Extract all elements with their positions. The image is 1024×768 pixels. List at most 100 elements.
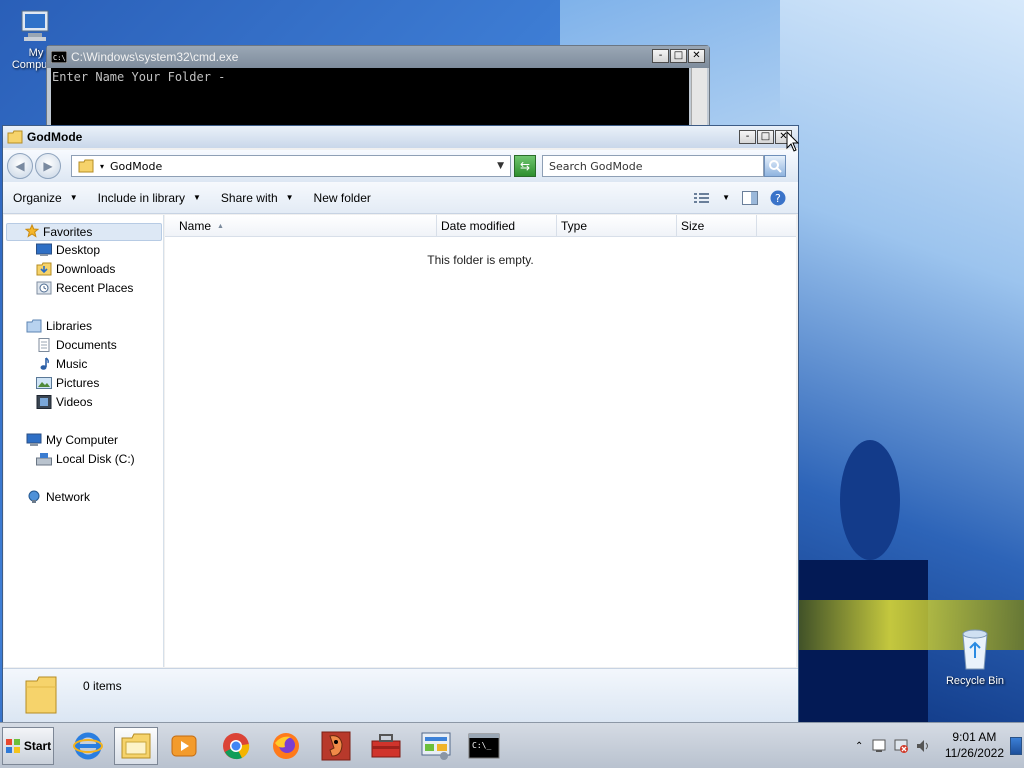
item-count: 0 items	[83, 679, 122, 693]
volume-icon[interactable]	[915, 738, 931, 754]
star-icon	[24, 223, 40, 241]
nav-item-network[interactable]: Network	[26, 490, 90, 504]
maximize-button[interactable]: □	[757, 130, 774, 144]
new-folder-label: New folder	[313, 190, 371, 205]
change-view-icon[interactable]	[694, 192, 710, 204]
column-header-name[interactable]: Name ▲	[165, 215, 437, 237]
empty-folder-message: This folder is empty.	[427, 253, 534, 267]
breadcrumb-arrow-icon[interactable]: ▾	[100, 162, 104, 171]
refresh-button[interactable]: ⇆	[514, 155, 536, 177]
new-folder-button[interactable]: New folder	[314, 191, 371, 205]
taskbar-app-cmd[interactable]: C:\_	[462, 727, 506, 765]
show-hidden-icons-icon[interactable]: ⌃	[855, 741, 863, 752]
column-label: Name	[179, 219, 212, 233]
minimize-button[interactable]: -	[739, 130, 756, 144]
explorer-window[interactable]: GodMode - □ ✕ ◀ ▶ ▾ GodMode ▼ ⇆ Search G…	[2, 125, 799, 723]
wallpaper-layer	[840, 440, 900, 560]
clock[interactable]: 9:01 AM 11/26/2022	[945, 729, 1004, 761]
nav-label: Documents	[56, 338, 117, 352]
taskbar-app-firefox[interactable]	[264, 727, 308, 765]
column-header-size[interactable]: Size	[677, 215, 757, 237]
chevron-down-icon: ▼	[285, 193, 294, 202]
chrome-icon	[223, 733, 250, 760]
local-disk-icon	[36, 453, 52, 466]
libraries-icon	[26, 319, 42, 333]
forward-button[interactable]: ▶	[35, 153, 61, 179]
computer-icon	[26, 433, 42, 446]
nav-item-music[interactable]: Music	[36, 357, 87, 371]
close-button[interactable]: ✕	[688, 49, 705, 63]
network-icon	[28, 490, 40, 503]
start-label: Start	[23, 739, 52, 753]
navigation-pane[interactable]: Favorites Desktop Downloads Recent Place…	[4, 215, 164, 667]
back-button[interactable]: ◀	[7, 153, 33, 179]
folder-icon	[78, 159, 94, 173]
address-bar[interactable]: ▾ GodMode ▼	[71, 155, 511, 177]
desktop-icon	[36, 243, 52, 256]
column-header-date-modified[interactable]: Date modified	[437, 215, 557, 237]
show-desktop-button[interactable]	[1010, 737, 1022, 755]
nav-item-recent-places[interactable]: Recent Places	[36, 281, 133, 295]
taskbar-app-toolbox[interactable]	[364, 727, 408, 765]
nav-item-my-computer[interactable]: My Computer	[26, 433, 118, 447]
firefox-icon	[273, 733, 299, 759]
svg-text:?: ?	[775, 192, 781, 205]
nav-item-videos[interactable]: Videos	[36, 395, 92, 409]
column-label: Date modified	[441, 219, 516, 233]
nav-item-downloads[interactable]: Downloads	[36, 262, 115, 276]
view-options-dropdown-icon[interactable]: ▼	[722, 193, 730, 202]
include-in-library-label: Include in library	[97, 190, 185, 205]
recycle-bin-icon	[962, 629, 988, 670]
media-player-icon	[171, 735, 197, 757]
nav-item-pictures[interactable]: Pictures	[36, 376, 99, 390]
explorer-titlebar[interactable]: GodMode	[3, 126, 798, 148]
action-center-icon[interactable]	[871, 738, 887, 754]
nav-item-local-disk[interactable]: Local Disk (C:)	[36, 452, 135, 466]
nav-item-desktop[interactable]: Desktop	[36, 243, 100, 257]
preview-pane-icon[interactable]	[742, 190, 758, 205]
folder-icon	[7, 130, 23, 144]
desktop-icon-recycle-bin[interactable]: Recycle Bin	[943, 626, 1007, 687]
network-status-icon[interactable]	[893, 738, 909, 754]
desktop-icon-label: Recycle Bin	[945, 675, 1005, 687]
cmd-caption-buttons: - □ ✕	[652, 49, 705, 63]
svg-text:C:\_: C:\_	[472, 741, 491, 750]
details-pane: 0 items	[3, 668, 798, 722]
search-input[interactable]: Search GodMode	[542, 155, 764, 177]
taskbar-app-custom[interactable]	[314, 727, 358, 765]
nav-item-favorites[interactable]: Favorites	[6, 223, 162, 241]
address-dropdown-icon[interactable]: ▼	[497, 161, 504, 171]
taskbar: Start C:\_ ⌃ 9:01 AM 11/26/2022	[0, 722, 1024, 768]
organize-button[interactable]: Organize ▼	[13, 191, 78, 205]
breadcrumb-item[interactable]: GodMode	[110, 160, 162, 173]
file-list[interactable]: Name ▲ Date modified Type Size This fold…	[165, 215, 796, 667]
nav-item-libraries[interactable]: Libraries	[26, 319, 92, 333]
column-headers: Name ▲ Date modified Type Size	[165, 215, 796, 237]
search-button[interactable]	[764, 155, 786, 177]
svg-text:C:\: C:\	[53, 54, 66, 62]
share-with-button[interactable]: Share with ▼	[221, 191, 294, 205]
view-controls: ▼ ?	[694, 190, 798, 206]
cmd-icon: C:\_	[468, 733, 500, 759]
minimize-button[interactable]: -	[652, 49, 669, 63]
taskbar-app-media-player[interactable]	[162, 727, 206, 765]
taskbar-app-control-panel[interactable]	[414, 727, 458, 765]
taskbar-app-internet-explorer[interactable]	[66, 727, 110, 765]
folder-icon	[25, 676, 57, 714]
include-in-library-button[interactable]: Include in library ▼	[98, 191, 201, 205]
column-header-type[interactable]: Type	[557, 215, 677, 237]
taskbar-app-chrome[interactable]	[214, 727, 258, 765]
maximize-button[interactable]: □	[670, 49, 687, 63]
search-icon	[769, 160, 782, 173]
start-button[interactable]: Start	[2, 727, 54, 765]
chevron-down-icon: ▼	[193, 193, 201, 202]
chevron-down-icon: ▼	[69, 193, 78, 202]
windows-explorer-icon	[121, 733, 151, 759]
nav-label: Videos	[56, 395, 93, 409]
music-icon	[40, 357, 49, 370]
cmd-titlebar[interactable]: C:\ C:\Windows\system32\cmd.exe	[47, 46, 709, 68]
toolbox-icon	[371, 734, 401, 758]
help-icon[interactable]: ?	[770, 190, 786, 206]
taskbar-app-windows-explorer[interactable]	[114, 727, 158, 765]
nav-item-documents[interactable]: Documents	[36, 338, 117, 352]
